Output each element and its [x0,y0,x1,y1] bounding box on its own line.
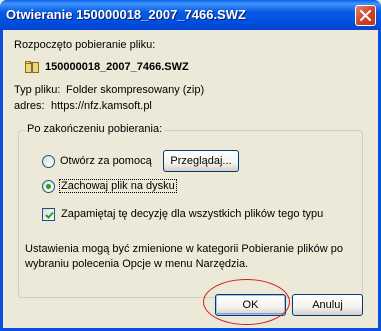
browse-button[interactable]: Przeglądaj... [163,150,239,172]
checkmark-icon [45,211,54,219]
file-type-value: Folder skompresowany (zip) [66,84,205,96]
close-icon [360,10,371,21]
address-label: adres: [14,100,45,112]
save-to-disk-label[interactable]: Zachowaj plik na dysku [59,179,177,193]
remember-decision-checkbox[interactable] [42,208,55,221]
close-button[interactable] [355,5,376,26]
address-value: https://nfz.kamsoft.pl [51,100,152,112]
cancel-button[interactable]: Anuluj [292,294,363,316]
highlight-annotation [203,279,290,325]
remember-decision-label[interactable]: Zapamiętaj tę decyzję dla wszystkich pli… [61,208,323,220]
settings-info-line2: wybraniu polecenia Opcje w menu Narzędzi… [25,258,249,270]
zip-folder-icon [25,61,39,73]
download-started-text: Rozpoczęto pobieranie pliku: [14,39,156,51]
file-type-label: Typ pliku: [14,84,61,96]
settings-info-line1: Ustawienia mogą być zmienione w kategori… [25,243,343,255]
after-download-legend: Po zakończeniu pobierania: [25,123,165,135]
open-with-radio[interactable] [42,155,55,168]
radio-selected-dot [46,184,51,189]
file-name: 150000018_2007_7466.SWZ [45,61,189,73]
open-with-label[interactable]: Otwórz za pomocą [60,155,152,167]
window-title: Otwieranie 150000018_2007_7466.SWZ [6,7,246,22]
dialog-window: Otwieranie 150000018_2007_7466.SWZ Rozpo… [0,0,381,331]
dialog-body: Rozpoczęto pobieranie pliku: 150000018_2… [3,30,378,328]
title-bar[interactable]: Otwieranie 150000018_2007_7466.SWZ [0,0,381,30]
save-to-disk-radio[interactable] [42,180,55,193]
